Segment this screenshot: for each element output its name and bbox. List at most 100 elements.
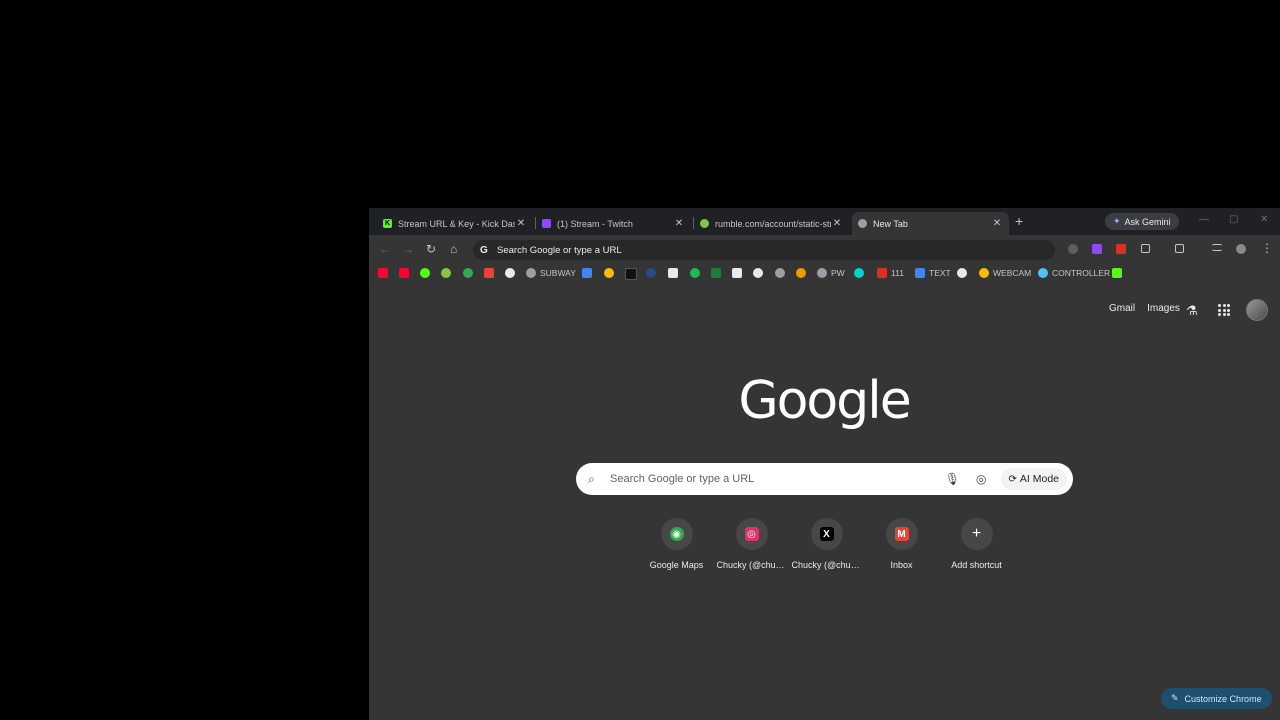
globe-icon [817, 268, 827, 278]
bookmark-globe[interactable] [775, 268, 789, 278]
extension-icon[interactable] [1068, 244, 1078, 254]
close-tab-icon[interactable]: ✕ [515, 218, 527, 229]
chart-icon [625, 268, 637, 280]
bookmark-kick[interactable] [420, 268, 434, 278]
customize-chrome-button[interactable]: ✎ Customize Chrome [1161, 688, 1272, 709]
microphone-icon[interactable]: 🎙 [945, 472, 960, 486]
instagram-icon: ◎ [744, 527, 759, 541]
bookmarks-bar: SUBWAY PW 111 TEXT WEBCAM CONTROLLER [369, 265, 1280, 283]
bookmark-rumble[interactable] [441, 268, 455, 278]
ai-mode-button[interactable]: ⟳ AI Mode [1000, 468, 1067, 490]
tab-rumble[interactable]: rumble.com/account/static-stream ✕ [694, 212, 849, 235]
bookmark-docs[interactable] [582, 268, 596, 278]
globe-icon [526, 268, 536, 278]
w-icon [711, 268, 721, 278]
shortcut-instagram[interactable]: ◎ Chucky (@chuc... [714, 518, 789, 570]
bookmark-subway[interactable]: SUBWAY [526, 268, 576, 278]
plus-icon: + [971, 525, 982, 542]
bookmark-site-3[interactable] [732, 268, 746, 278]
bookmark-teal[interactable] [854, 268, 868, 278]
profile-avatar[interactable] [1236, 244, 1246, 254]
close-tab-icon[interactable]: ✕ [673, 218, 685, 229]
site-icon [505, 268, 515, 278]
ntp-top-links: Gmail Images [1109, 303, 1192, 314]
maximize-button[interactable]: ▢ [1229, 214, 1238, 225]
omnibox-text: Search Google or type a URL [497, 244, 622, 256]
shortcut-inbox[interactable]: M Inbox [864, 518, 939, 570]
images-link[interactable]: Images [1147, 303, 1180, 314]
bookmark-youtube[interactable] [378, 268, 392, 278]
tab-search-icon[interactable] [1175, 244, 1184, 253]
tab-new-tab[interactable]: New Tab ✕ [852, 212, 1009, 235]
close-tab-icon[interactable]: ✕ [991, 218, 1003, 229]
play-icon [796, 268, 806, 278]
bookmark-doc[interactable] [668, 268, 682, 278]
bookmark-orange[interactable] [796, 268, 810, 278]
labs-flask-icon[interactable]: ⚗ [1186, 303, 1198, 319]
new-tab-button[interactable]: + [1015, 213, 1023, 229]
home-button[interactable]: ⌂ [450, 242, 457, 256]
bookmark-pw[interactable]: PW [817, 268, 845, 278]
document-icon [668, 268, 678, 278]
gmail-icon [484, 268, 494, 278]
ask-gemini-label: Ask Gemini [1124, 216, 1171, 227]
ask-gemini-button[interactable]: ✦ Ask Gemini [1105, 213, 1179, 230]
shortcut-google-maps[interactable]: ◉ Google Maps [639, 518, 714, 570]
rumble-icon [700, 219, 709, 228]
red-extension-icon[interactable] [1116, 244, 1126, 254]
bookmark-text[interactable]: TEXT [915, 268, 951, 278]
account-avatar[interactable] [1246, 299, 1268, 321]
shortcut-x[interactable]: X Chucky (@chuc... [789, 518, 864, 570]
kick-icon [1112, 268, 1122, 278]
text-icon [915, 268, 925, 278]
bookmark-kick-2[interactable] [1112, 268, 1126, 278]
add-shortcut-button[interactable]: + Add shortcut [939, 518, 1014, 570]
close-window-button[interactable]: ✕ [1260, 214, 1268, 225]
h-icon [957, 268, 967, 278]
extensions-puzzle-icon[interactable] [1141, 244, 1150, 253]
minimize-button[interactable]: — [1199, 214, 1209, 225]
close-tab-icon[interactable]: ✕ [831, 218, 843, 229]
bookmark-site-2[interactable] [646, 268, 660, 278]
bookmark-site[interactable] [505, 268, 519, 278]
bookmark-drive[interactable] [604, 268, 618, 278]
twitch-extension-icon[interactable] [1092, 244, 1102, 254]
reading-list-icon[interactable] [1212, 244, 1222, 251]
bookmark-w[interactable] [711, 268, 725, 278]
ntp-search-box[interactable]: ⌕ Search Google or type a URL 🎙 ◎ ⟳ AI M… [576, 463, 1073, 495]
lens-camera-icon[interactable]: ◎ [976, 472, 986, 486]
github-icon [753, 268, 763, 278]
bookmark-gmail[interactable] [484, 268, 498, 278]
forward-button[interactable]: → [402, 242, 414, 256]
apps-grid-icon[interactable] [1218, 304, 1230, 316]
shortcut-label: Chucky (@chuc... [791, 560, 862, 570]
gmail-icon: M [894, 527, 909, 541]
bookmark-github[interactable] [753, 268, 767, 278]
docs-icon [582, 268, 592, 278]
bookmark-111[interactable]: 111 [877, 268, 904, 278]
pencil-icon: ✎ [1171, 693, 1179, 703]
bookmark-h[interactable] [957, 268, 971, 278]
menu-kebab-icon[interactable]: ⋮ [1261, 241, 1273, 255]
bookmark-maps[interactable] [463, 268, 477, 278]
tab-title: rumble.com/account/static-stream [715, 218, 831, 229]
tab-title: (1) Stream - Twitch [557, 218, 633, 229]
controller-icon [1038, 268, 1048, 278]
back-button[interactable]: ← [379, 242, 391, 256]
omnibox[interactable]: G Search Google or type a URL [473, 240, 1055, 260]
bookmark-spotify[interactable] [690, 268, 704, 278]
gmail-link[interactable]: Gmail [1109, 303, 1135, 314]
reload-button[interactable]: ↻ [426, 242, 436, 256]
browser-window: K Stream URL & Key - Kick Dashboard ✕ (1… [369, 208, 1280, 720]
tab-kick[interactable]: K Stream URL & Key - Kick Dashboard ✕ [377, 212, 533, 235]
tab-twitch[interactable]: (1) Stream - Twitch ✕ [536, 212, 691, 235]
bookmark-youtube-2[interactable] [399, 268, 413, 278]
maps-pin-icon [463, 268, 473, 278]
bookmark-webcam[interactable]: WEBCAM [979, 268, 1031, 278]
bookmark-tradingview[interactable] [625, 268, 641, 280]
site-icon [732, 268, 742, 278]
tab-title: New Tab [873, 218, 908, 229]
bookmark-controller[interactable]: CONTROLLER [1038, 268, 1110, 278]
google-logo: Google [738, 371, 911, 431]
toolbar: ← → ↻ ⌂ G Search Google or type a URL ⋮ [369, 235, 1280, 265]
